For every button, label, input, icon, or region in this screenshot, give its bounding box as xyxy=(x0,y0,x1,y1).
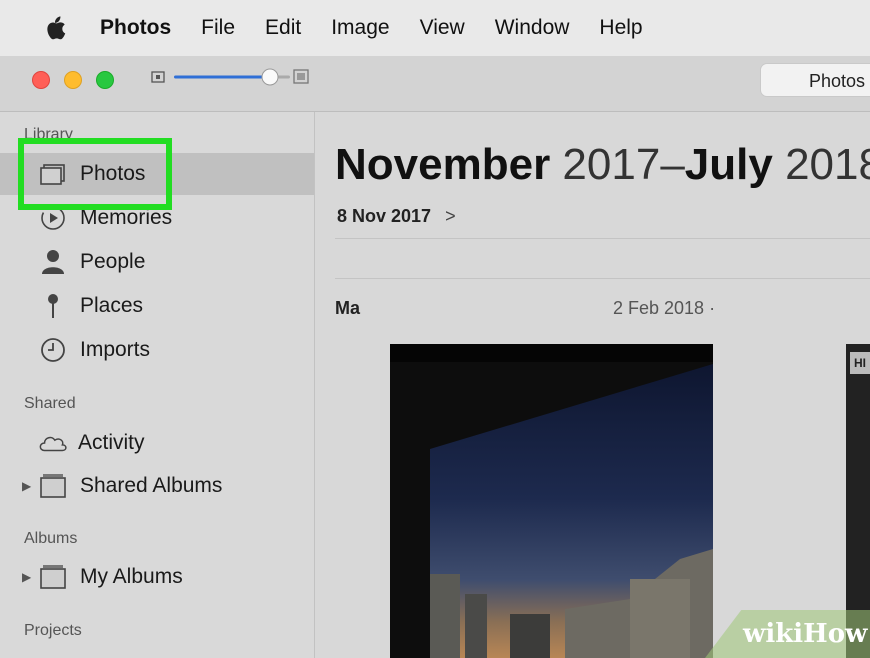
zoom-slider-knob[interactable] xyxy=(261,68,279,86)
divider xyxy=(335,238,870,239)
hdr-badge: HI xyxy=(850,352,870,374)
zoom-slider[interactable] xyxy=(150,62,320,92)
moment-date: 2 Feb 2018 · xyxy=(613,298,716,318)
section-heading-projects: Projects xyxy=(24,622,82,639)
page-title: November 2017–July 2018 xyxy=(335,140,870,190)
disclosure-triangle-icon[interactable]: ▶ xyxy=(22,570,31,584)
sidebar-item-label: Shared Albums xyxy=(80,474,223,497)
range-end-year: 2018 xyxy=(785,140,870,189)
divider xyxy=(335,278,870,279)
cloud-icon xyxy=(38,428,68,458)
section-heading-shared: Shared xyxy=(24,395,76,412)
sidebar-item-shared-albums[interactable]: ▶ Shared Albums xyxy=(0,465,314,507)
chevron-right-icon: > xyxy=(445,206,456,226)
photos-grid-area: November 2017–July 2018 8 Nov 2017 > Ma 2… xyxy=(315,112,870,658)
tutorial-highlight-box xyxy=(18,138,172,210)
sidebar-item-imports[interactable]: Imports xyxy=(0,329,314,371)
minimize-button[interactable] xyxy=(64,71,82,89)
zoom-button[interactable] xyxy=(96,71,114,89)
moment-date-link[interactable]: 8 Nov 2017 > xyxy=(337,206,456,227)
photos-segment-label: Photos xyxy=(809,71,866,91)
close-button[interactable] xyxy=(32,71,50,89)
section-heading-albums: Albums xyxy=(24,530,78,547)
sidebar-item-activity[interactable]: Activity xyxy=(0,422,314,464)
moment-date-label: 8 Nov 2017 xyxy=(337,206,432,226)
large-thumbnail-icon xyxy=(293,69,309,84)
pin-icon xyxy=(38,291,68,321)
sidebar-item-label: People xyxy=(80,250,146,273)
disclosure-triangle-icon[interactable]: ▶ xyxy=(22,479,31,493)
sidebar-item-label: My Albums xyxy=(80,565,183,588)
sidebar-item-places[interactable]: Places xyxy=(0,285,314,327)
menu-help[interactable]: Help xyxy=(599,16,642,40)
person-icon xyxy=(38,247,68,277)
menu-window[interactable]: Window xyxy=(495,16,570,40)
range-dash: – xyxy=(660,140,685,189)
sidebar-item-label: Imports xyxy=(80,338,151,361)
moment-location-label: Ma xyxy=(335,298,361,318)
range-end-month: July xyxy=(684,140,773,189)
range-start-year: 2017 xyxy=(562,140,661,189)
toolbar xyxy=(0,56,870,112)
menu-file[interactable]: File xyxy=(201,16,235,40)
sidebar-item-label: Activity xyxy=(78,431,145,454)
clock-icon xyxy=(38,335,68,365)
menu-bar: Photos File Edit Image View Window Help xyxy=(0,0,870,56)
small-thumbnail-icon xyxy=(151,71,165,83)
menu-edit[interactable]: Edit xyxy=(265,16,301,40)
apple-icon[interactable] xyxy=(42,14,68,42)
album-icon xyxy=(38,471,68,501)
sidebar-item-people[interactable]: People xyxy=(0,241,314,283)
sidebar-item-my-albums[interactable]: ▶ My Albums xyxy=(0,556,314,598)
album-icon xyxy=(38,562,68,592)
menu-view[interactable]: View xyxy=(420,16,465,40)
photo-thumbnail[interactable] xyxy=(390,344,713,658)
sidebar-item-label: Places xyxy=(80,294,144,317)
range-start-month: November xyxy=(335,140,551,189)
menu-app-photos[interactable]: Photos xyxy=(100,16,171,40)
menu-image[interactable]: Image xyxy=(331,16,389,40)
photos-segment-button[interactable]: Photos xyxy=(760,63,870,97)
